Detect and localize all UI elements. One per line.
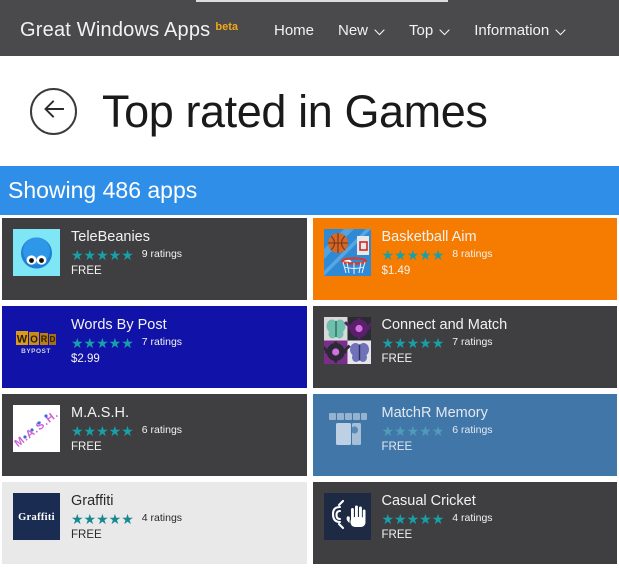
nav-item-new[interactable]: New: [338, 22, 385, 39]
site-header: Great Windows Apps beta Home New Top Inf…: [0, 5, 619, 56]
app-tile-telebeanies[interactable]: TeleBeanies ★★★★★ 9 ratings FREE: [2, 218, 307, 300]
app-tile-words-by-post[interactable]: W O R D BYPOST Words By Post ★★★★★ 7 rat…: [2, 306, 307, 388]
app-name: Casual Cricket: [381, 493, 476, 509]
tile-row: Graffiti Graffiti ★★★★★ 4 ratings FREE C…: [0, 482, 619, 564]
chevron-down-icon: [439, 29, 450, 36]
star-rating: ★★★★★: [71, 246, 134, 263]
nav-item-label: Information: [474, 22, 550, 39]
chevron-down-icon: [555, 29, 566, 36]
app-name: Graffiti: [71, 493, 114, 509]
graffiti-wordmark-icon: Graffiti: [13, 493, 60, 540]
svg-text:Graffiti: Graffiti: [18, 512, 55, 523]
rating-row: ★★★★★ 4 ratings: [382, 512, 493, 526]
nav-item-label: New: [338, 22, 369, 39]
svg-text:D: D: [50, 335, 56, 344]
star-rating: ★★★★★: [381, 246, 445, 263]
tile-text-block: Casual Cricket ★★★★★ 4 ratings FREE: [382, 493, 493, 541]
tile-row: W O R D BYPOST Words By Post ★★★★★ 7 rat…: [0, 306, 619, 388]
app-price: $2.99: [71, 352, 100, 365]
chevron-down-icon: [374, 29, 385, 36]
svg-text:O: O: [30, 335, 38, 346]
cricket-hand-icon: [323, 493, 371, 540]
rating-row: ★★★★★ 6 ratings: [71, 424, 182, 438]
mash-script-icon: M.A.S.H.: [13, 405, 60, 452]
nav-item-label: Top: [409, 22, 434, 39]
app-tile-casual-cricket[interactable]: Casual Cricket ★★★★★ 4 ratings FREE: [312, 482, 617, 564]
browser-tab-sliver: [196, 0, 448, 2]
nav-item-information[interactable]: Information: [474, 22, 566, 39]
rating-row: ★★★★★ 4 ratings: [71, 512, 182, 526]
app-price: FREE: [71, 440, 102, 453]
tile-text-block: TeleBeanies ★★★★★ 9 ratings FREE: [71, 229, 182, 277]
tile-text-block: MatchR Memory ★★★★★ 6 ratings FREE: [382, 405, 493, 453]
app-price: FREE: [381, 528, 413, 541]
star-rating: ★★★★★: [71, 510, 134, 527]
rating-count: 7 ratings: [452, 336, 493, 349]
rating-row: ★★★★★ 6 ratings: [382, 424, 493, 438]
rating-count: 8 ratings: [452, 248, 493, 261]
main-navigation: Home New Top Information: [274, 22, 566, 39]
svg-text:W: W: [17, 334, 28, 346]
rating-row: ★★★★★ 7 ratings: [71, 336, 182, 350]
star-rating: ★★★★★: [381, 334, 445, 351]
star-rating: ★★★★★: [71, 422, 134, 439]
app-name: MatchR Memory: [381, 405, 488, 421]
back-button[interactable]: [30, 87, 77, 135]
nav-item-label: Home: [273, 22, 314, 39]
rating-row: ★★★★★ 7 ratings: [382, 336, 508, 350]
tile-row: TeleBeanies ★★★★★ 9 ratings FREE Basketb…: [0, 218, 619, 300]
app-name: M.A.S.H.: [71, 405, 130, 421]
results-banner: Showing 486 apps: [0, 166, 619, 215]
rating-count: 9 ratings: [141, 248, 183, 261]
words-by-post-tiles-icon: W O R D BYPOST: [13, 317, 60, 364]
star-rating: ★★★★★: [381, 422, 445, 439]
rating-count: 4 ratings: [452, 512, 493, 525]
browser-chrome-strip: [0, 0, 619, 5]
memory-cards-icon: [323, 405, 371, 452]
star-rating: ★★★★★: [71, 334, 134, 351]
rating-row: ★★★★★ 9 ratings: [71, 248, 182, 262]
tile-text-block: Connect and Match ★★★★★ 7 ratings FREE: [382, 317, 508, 365]
nav-item-home[interactable]: Home: [274, 22, 314, 39]
tile-text-block: Graffiti ★★★★★ 4 ratings FREE: [71, 493, 182, 541]
app-tile-basketball-aim[interactable]: Basketball Aim ★★★★★ 8 ratings $1.49: [312, 218, 617, 300]
telebeanies-blob-icon: [13, 229, 60, 276]
rating-count: 7 ratings: [141, 336, 183, 349]
app-name: Basketball Aim: [381, 229, 477, 245]
tile-text-block: Basketball Aim ★★★★★ 8 ratings $1.49: [382, 229, 493, 277]
app-price: FREE: [381, 440, 413, 453]
tile-row: M.A.S.H. M.A.S.H. ★★★★★ 6 ratings FREE M…: [0, 394, 619, 476]
app-price: FREE: [71, 528, 102, 541]
app-price: FREE: [71, 264, 102, 277]
rating-row: ★★★★★ 8 ratings: [382, 248, 493, 262]
app-name: Words By Post: [71, 317, 167, 333]
app-price: $1.49: [381, 264, 411, 277]
app-tile-matchr-memory[interactable]: MatchR Memory ★★★★★ 6 ratings FREE: [312, 394, 617, 476]
tile-text-block: Words By Post ★★★★★ 7 ratings $2.99: [71, 317, 182, 365]
rating-count: 6 ratings: [141, 424, 183, 437]
app-tile-connect-and-match[interactable]: Connect and Match ★★★★★ 7 ratings FREE: [312, 306, 617, 388]
svg-text:R: R: [41, 334, 48, 344]
app-name: Connect and Match: [381, 317, 508, 333]
page-title-bar: Top rated in Games: [0, 56, 619, 166]
app-name: TeleBeanies: [71, 229, 150, 245]
svg-text:BYPOST: BYPOST: [21, 348, 51, 355]
page-title: Top rated in Games: [102, 85, 488, 137]
rating-count: 6 ratings: [452, 424, 493, 437]
star-rating: ★★★★★: [381, 510, 445, 527]
rating-count: 4 ratings: [141, 512, 183, 525]
app-tile-mash[interactable]: M.A.S.H. M.A.S.H. ★★★★★ 6 ratings FREE: [2, 394, 307, 476]
butterfly-gear-grid-icon: [323, 317, 371, 364]
beta-badge: beta: [215, 21, 238, 33]
tile-text-block: M.A.S.H. ★★★★★ 6 ratings FREE: [71, 405, 182, 453]
brand-logo[interactable]: Great Windows Apps beta: [20, 19, 238, 42]
back-arrow-icon: [42, 97, 66, 126]
nav-item-top[interactable]: Top: [409, 22, 450, 39]
basketball-hoop-icon: [323, 229, 371, 276]
app-tile-grid: TeleBeanies ★★★★★ 9 ratings FREE Basketb…: [0, 215, 619, 564]
app-price: FREE: [381, 352, 413, 365]
brand-name: Great Windows Apps: [20, 19, 211, 41]
app-tile-graffiti[interactable]: Graffiti Graffiti ★★★★★ 4 ratings FREE: [2, 482, 307, 564]
results-count-text: Showing 486 apps: [8, 177, 198, 203]
